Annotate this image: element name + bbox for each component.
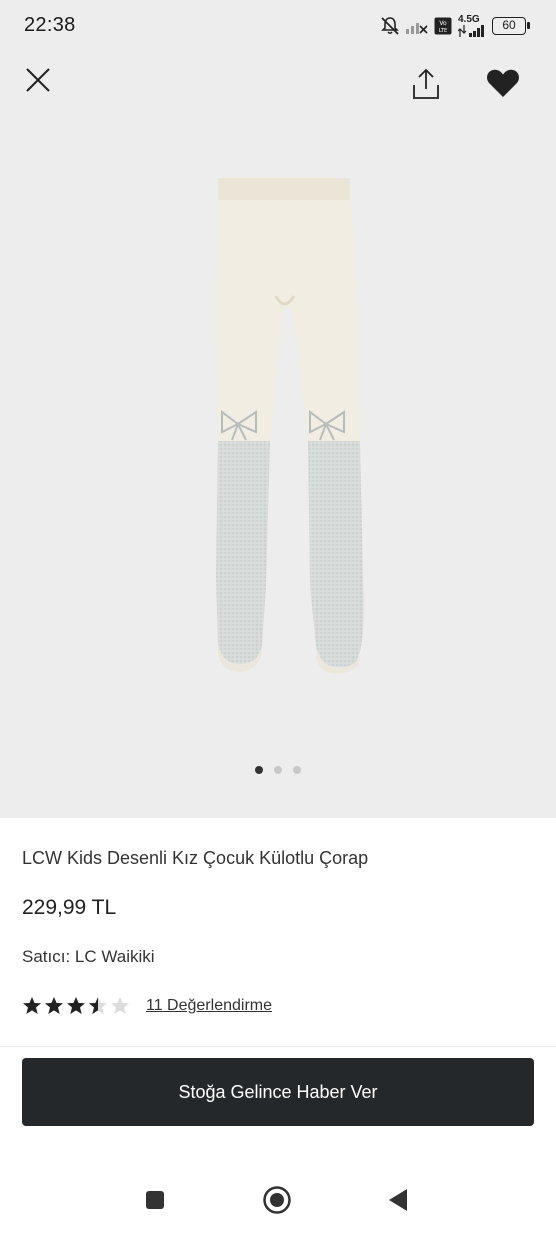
pagination-dot-2[interactable] <box>274 766 282 774</box>
pagination-dot-1[interactable] <box>255 766 263 774</box>
favorite-button[interactable] <box>480 60 526 106</box>
back-button[interactable] <box>380 1182 416 1218</box>
system-nav-bar <box>0 1160 556 1235</box>
svg-text:Vo: Vo <box>439 20 447 27</box>
product-title: LCW Kids Desenli Kız Çocuk Külotlu Çorap <box>22 848 369 868</box>
battery-icon: 60 <box>492 17 530 35</box>
recent-apps-icon <box>146 1191 164 1209</box>
star-half-icon <box>89 997 107 1014</box>
seller-label[interactable]: Satıcı: LC Waikiki <box>22 947 155 967</box>
rating-row[interactable]: 11 Değerlendirme <box>22 996 272 1016</box>
divider <box>0 1046 556 1047</box>
recent-apps-button[interactable] <box>137 1182 173 1218</box>
star-full-icon <box>45 997 63 1014</box>
rating-stars <box>22 996 130 1016</box>
volte-icon: Vo LTE <box>434 17 452 35</box>
product-gallery[interactable] <box>0 52 556 818</box>
close-button[interactable] <box>16 58 60 102</box>
svg-text:LTE: LTE <box>439 28 447 34</box>
status-bar: 22:38 Vo LTE 4.5G 60 <box>0 0 556 52</box>
back-icon <box>389 1189 407 1211</box>
network-type: 4.5G <box>458 14 480 25</box>
home-icon <box>263 1186 291 1214</box>
gallery-pagination <box>0 766 556 774</box>
pagination-dot-3[interactable] <box>293 766 301 774</box>
status-icons: Vo LTE 4.5G 60 <box>380 15 530 37</box>
mute-bell-icon <box>380 16 400 36</box>
notify-when-in-stock-button[interactable]: Stoğa Gelince Haber Ver <box>22 1058 534 1126</box>
signal-icon: 4.5G <box>458 15 486 37</box>
heart-icon <box>487 69 519 97</box>
star-full-icon <box>67 997 85 1014</box>
star-full-icon <box>23 997 41 1014</box>
reviews-link[interactable]: 11 Değerlendirme <box>146 997 272 1015</box>
status-time: 22:38 <box>24 14 76 36</box>
home-button[interactable] <box>259 1182 295 1218</box>
product-price: 229,99 TL <box>22 896 117 919</box>
product-image[interactable] <box>200 176 380 676</box>
signal-off-icon <box>406 18 428 34</box>
share-button[interactable] <box>404 60 448 108</box>
share-icon <box>413 68 439 99</box>
close-icon <box>26 68 50 92</box>
star-empty-icon <box>111 997 129 1014</box>
